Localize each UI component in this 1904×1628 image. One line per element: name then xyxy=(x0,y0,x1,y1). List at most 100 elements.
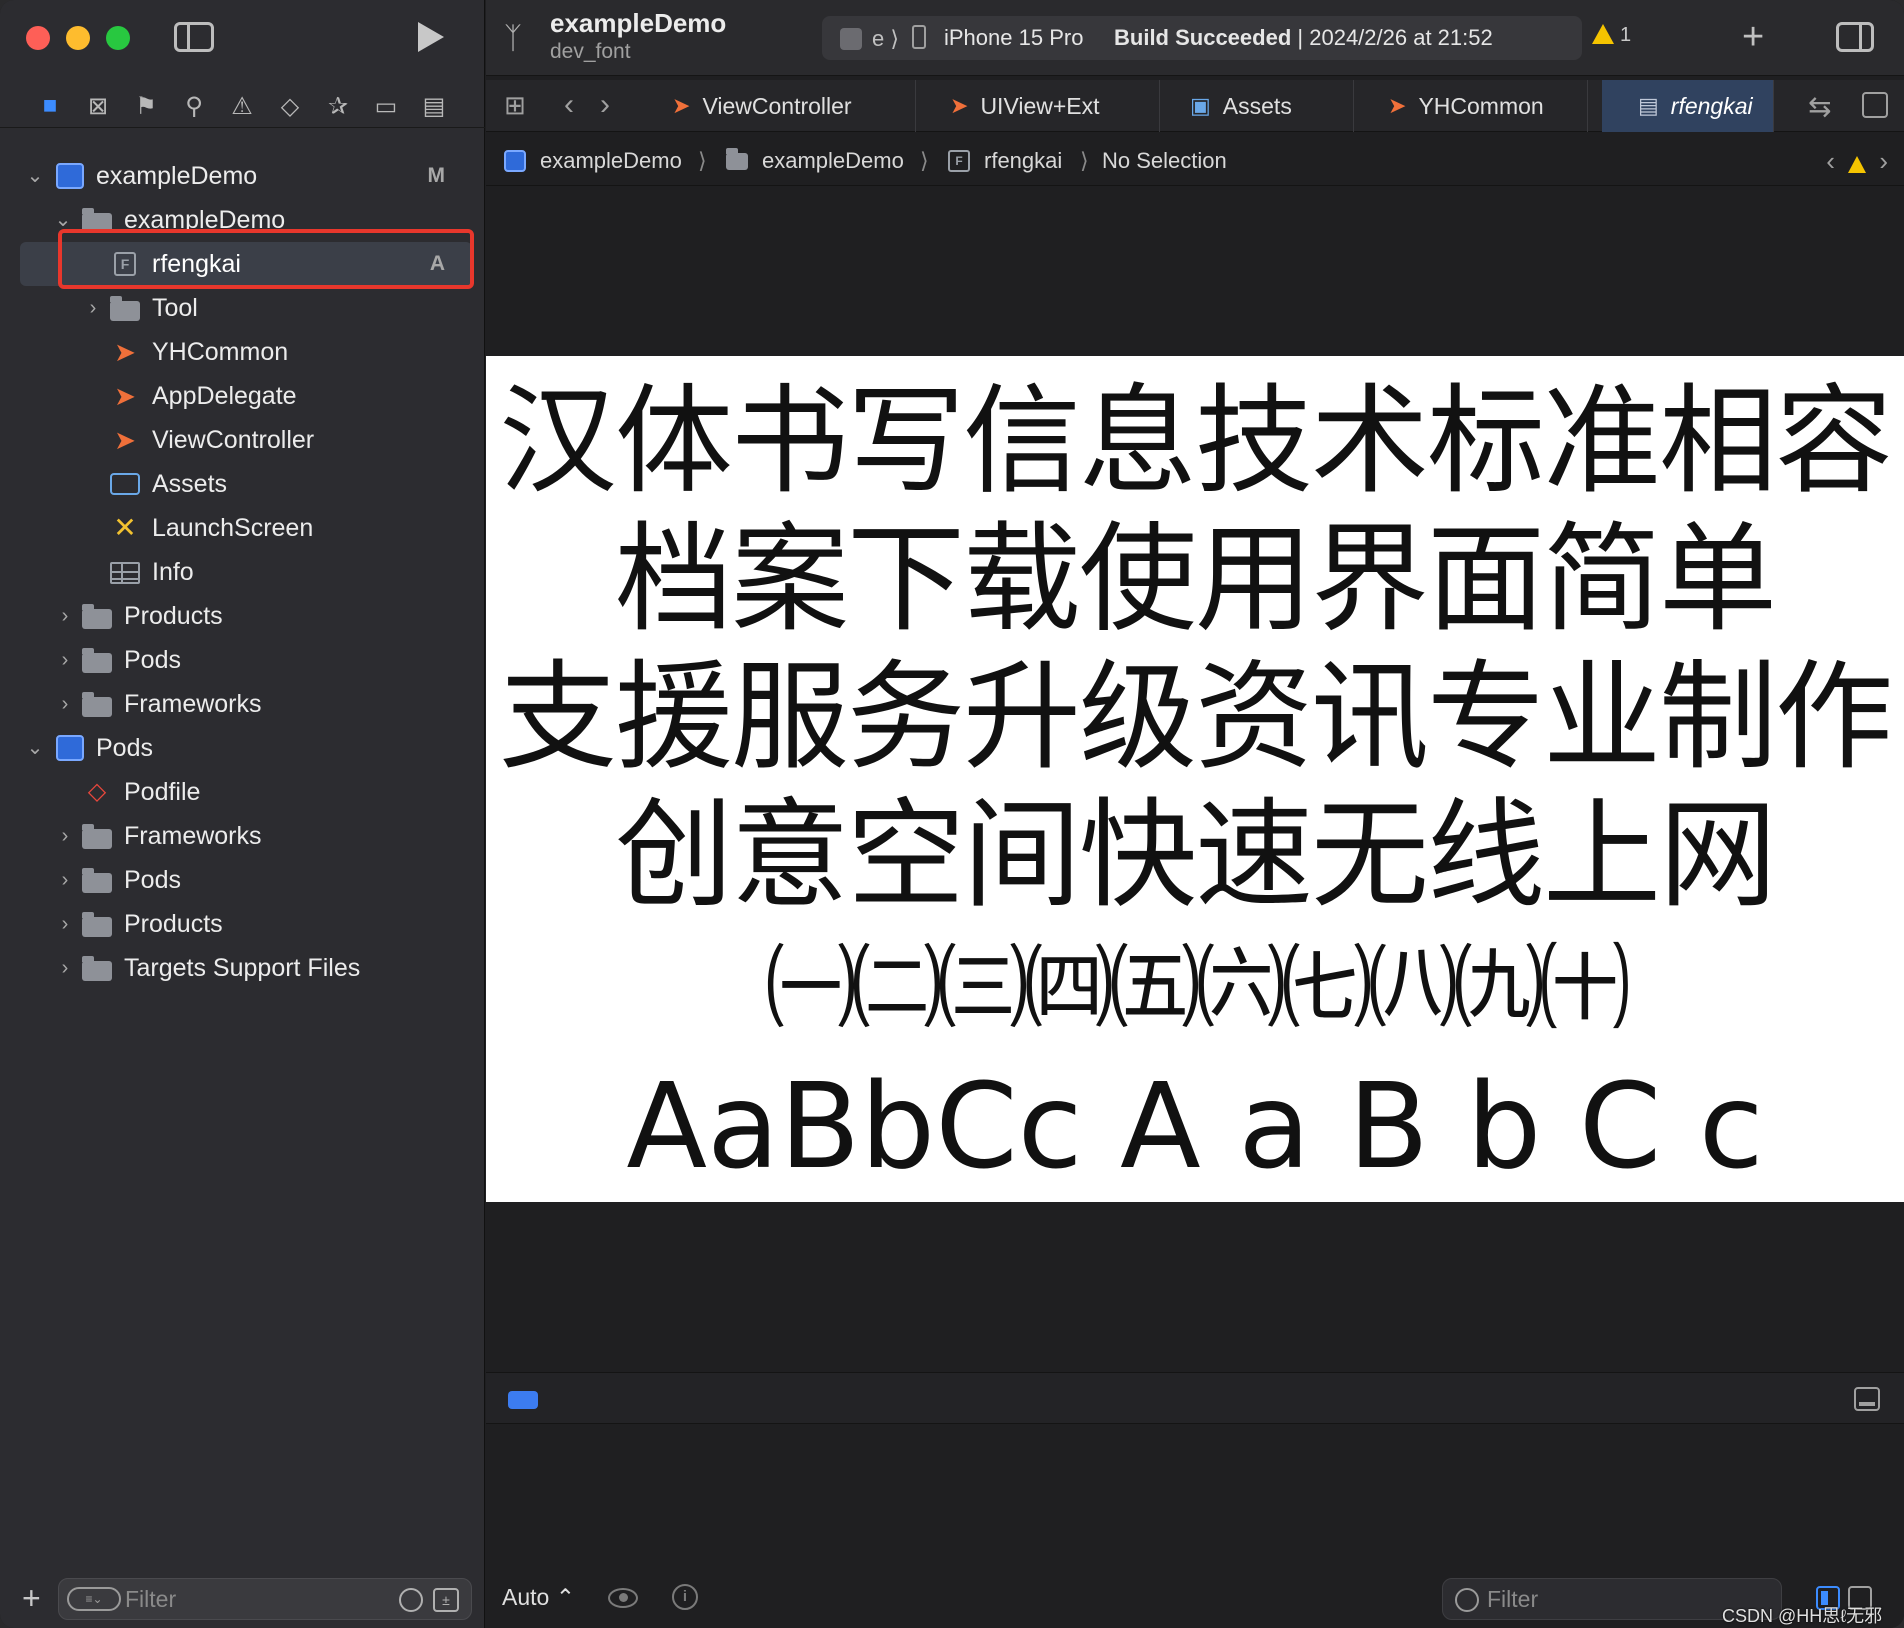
tab-viewcontroller[interactable]: ➤ ViewController xyxy=(636,80,916,132)
inspector-toggle-icon[interactable] xyxy=(1836,22,1874,52)
zoom-window-button[interactable] xyxy=(106,26,130,50)
xcode-project-icon xyxy=(504,150,526,172)
console-area[interactable] xyxy=(486,1426,1904,1568)
recent-files-clock-icon[interactable] xyxy=(399,1588,423,1612)
tree-item-project-pods[interactable]: ⌄ Pods xyxy=(0,726,485,770)
run-destination[interactable]: iPhone 15 Pro xyxy=(944,25,1083,51)
hide-debug-area-icon[interactable] xyxy=(1854,1387,1880,1411)
source-control-navigator-icon[interactable]: ⊠ xyxy=(82,90,114,122)
chevron-right-icon[interactable]: › xyxy=(56,914,74,934)
preview-line-6: AaBbCc A a B b C c xyxy=(626,1057,1764,1195)
run-play-icon[interactable] xyxy=(418,22,444,52)
warning-triangle-icon[interactable] xyxy=(1848,156,1867,173)
tree-item-label: Assets xyxy=(152,469,228,498)
tab-label: rfengkai xyxy=(1670,92,1753,119)
tree-item-appdelegate[interactable]: ➤ AppDelegate xyxy=(0,374,485,418)
forward-chevron-icon[interactable]: › xyxy=(600,90,610,120)
library-plus-button[interactable]: + xyxy=(1742,16,1764,59)
chevron-right-icon[interactable]: › xyxy=(56,694,74,714)
tree-item-pods-folder[interactable]: › Pods xyxy=(0,638,485,682)
tree-item-label: Pods xyxy=(96,733,153,762)
scheme-app-icon[interactable] xyxy=(840,28,862,50)
chevron-right-icon[interactable]: › xyxy=(56,826,74,846)
issue-navigator-warning-icon[interactable]: ⚠ xyxy=(226,90,258,122)
tree-item-pods-frameworks[interactable]: › Frameworks xyxy=(0,814,485,858)
breakpoint-navigator-tag-icon[interactable]: ▭ xyxy=(370,90,402,122)
tree-item-products[interactable]: › Products xyxy=(0,594,485,638)
find-navigator-search-icon[interactable]: ⚲ xyxy=(178,90,210,122)
breadcrumb-project[interactable]: exampleDemo xyxy=(540,148,682,174)
sidebar-toggle-icon[interactable] xyxy=(174,22,214,52)
variables-scope-select[interactable]: Auto ⌃ xyxy=(502,1584,575,1611)
chevron-right-icon[interactable]: › xyxy=(56,958,74,978)
warning-indicator[interactable]: 1 xyxy=(1592,24,1631,47)
build-timestamp: | 2024/2/26 at 21:52 xyxy=(1297,25,1493,50)
tree-item-pods-pods[interactable]: › Pods xyxy=(0,858,485,902)
breadcrumb-folder[interactable]: exampleDemo xyxy=(762,148,904,174)
tree-item-pods-products[interactable]: › Products xyxy=(0,902,485,946)
chevron-right-icon[interactable]: › xyxy=(56,870,74,890)
tree-item-frameworks[interactable]: › Frameworks xyxy=(0,682,485,726)
tree-item-targets-support-files[interactable]: › Targets Support Files xyxy=(0,946,485,990)
assets-icon xyxy=(110,473,140,495)
back-chevron-icon[interactable]: ‹ xyxy=(564,90,574,120)
filter-options-icon[interactable]: ≡⌄ xyxy=(67,1587,121,1611)
chevron-right-icon[interactable]: › xyxy=(56,606,74,626)
print-description-info-icon[interactable]: i xyxy=(672,1584,698,1610)
close-window-button[interactable] xyxy=(26,26,50,50)
scheme-selector[interactable]: e ⟩ xyxy=(872,26,899,52)
breadcrumb-selection[interactable]: No Selection xyxy=(1102,148,1227,174)
xcode-project-icon xyxy=(56,735,84,761)
swift-icon: ➤ xyxy=(672,93,691,118)
warning-triangle-icon xyxy=(1592,24,1614,44)
warning-count: 1 xyxy=(1620,24,1632,46)
breakpoints-toggle-icon[interactable] xyxy=(508,1391,538,1409)
project-navigator-folder-icon[interactable]: ■ xyxy=(34,90,66,122)
bookmark-navigator-icon[interactable]: ⚑ xyxy=(130,90,162,122)
issue-navigation: ‹ › xyxy=(1826,146,1888,177)
add-editor-icon[interactable] xyxy=(1862,92,1888,118)
tree-item-label: Frameworks xyxy=(124,821,262,850)
chevron-down-icon[interactable]: ⌄ xyxy=(26,738,44,758)
minimize-window-button[interactable] xyxy=(66,26,90,50)
iphone-device-icon[interactable] xyxy=(912,25,926,49)
debug-navigator-spray-icon[interactable]: ✰ xyxy=(322,90,354,122)
report-navigator-list-icon[interactable]: ▤ xyxy=(418,90,450,122)
branch-icon[interactable]: ᛉ xyxy=(504,22,534,56)
tree-item-label: exampleDemo xyxy=(96,161,258,190)
tree-item-info[interactable]: Info xyxy=(0,550,485,594)
font-preview-sheet: 汉体书写信息技术标准相容 档案下载使用界面简单 支援服务升级资讯专业制作 创意空… xyxy=(486,356,1904,1202)
tab-yhcommon[interactable]: ➤ YHCommon xyxy=(1354,80,1588,132)
chevron-down-icon[interactable]: ⌄ xyxy=(54,210,72,230)
console-bottom-bar: Auto ⌃ i Filter CSDN @HH思ℓ无邪 xyxy=(486,1568,1904,1628)
tab-rfengkai[interactable]: ▤ rfengkai xyxy=(1602,80,1774,132)
previous-issue-chevron-icon[interactable]: ‹ xyxy=(1826,146,1835,176)
add-file-plus-icon[interactable]: + xyxy=(22,1582,41,1614)
next-issue-chevron-icon[interactable]: › xyxy=(1879,146,1888,176)
related-items-grid-icon[interactable]: ⊞ xyxy=(504,92,530,118)
swap-editor-icon[interactable]: ⇆ xyxy=(1808,90,1831,123)
test-navigator-diamond-icon[interactable]: ◇ xyxy=(274,90,306,122)
scm-filter-icon[interactable]: ± xyxy=(433,1588,459,1612)
branch-name[interactable]: dev_font xyxy=(550,40,631,64)
chevron-right-icon[interactable]: › xyxy=(84,298,102,318)
tab-uiview-ext[interactable]: ➤ UIView+Ext xyxy=(916,80,1160,132)
navigator-filter-field[interactable]: ≡⌄ Filter ± xyxy=(58,1578,472,1620)
breadcrumb-file[interactable]: rfengkai xyxy=(984,148,1062,174)
tree-item-assets[interactable]: Assets xyxy=(0,462,485,506)
tree-item-project-exampledemo[interactable]: ⌄ exampleDemo M xyxy=(0,154,485,198)
tree-item-label: Targets Support Files xyxy=(124,953,361,982)
tab-assets[interactable]: ▣ Assets xyxy=(1160,80,1354,132)
filter-placeholder: Filter xyxy=(125,1586,177,1612)
tree-item-viewcontroller[interactable]: ➤ ViewController xyxy=(0,418,485,462)
storyboard-icon: ✕ xyxy=(113,512,137,543)
editor-tab-bar: ⊞ ‹ › ➤ ViewController ➤ UIView+Ext ▣ As… xyxy=(486,80,1904,132)
chevron-down-icon[interactable]: ⌄ xyxy=(26,166,44,186)
tree-item-launchscreen[interactable]: ✕ LaunchScreen xyxy=(0,506,485,550)
window-toolbar: ᛉ exampleDemo dev_font e ⟩ iPhone 15 Pro… xyxy=(486,0,1904,76)
tree-item-podfile[interactable]: ◇ Podfile xyxy=(0,770,485,814)
tree-item-tool[interactable]: › Tool xyxy=(0,286,485,330)
chevron-right-icon[interactable]: › xyxy=(56,650,74,670)
quick-look-eye-icon[interactable] xyxy=(608,1588,638,1608)
tree-item-yhcommon[interactable]: ➤ YHCommon xyxy=(0,330,485,374)
